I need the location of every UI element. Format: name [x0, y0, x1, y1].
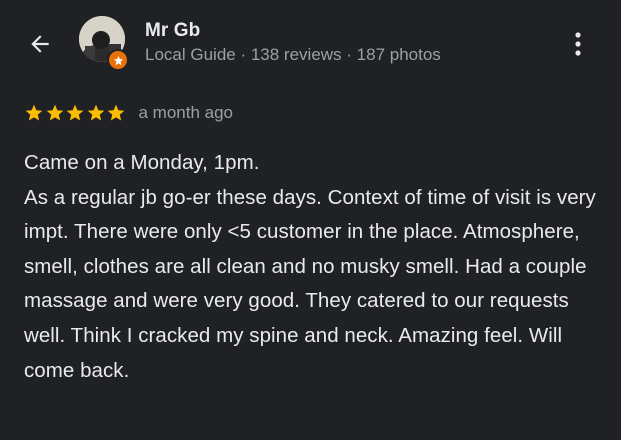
star-icon [66, 104, 84, 121]
star-icon [46, 104, 63, 121]
star-icon [25, 104, 43, 121]
review-body: Came on a Monday, 1pm. As a regular jb g… [24, 151, 596, 382]
rating-row: a month ago [24, 100, 233, 126]
star-icon [107, 104, 125, 121]
arrow-back-icon [31, 35, 49, 53]
review-header: Mr Gb Local Guide · 138 reviews · 187 ph… [0, 0, 621, 88]
back-button[interactable] [24, 28, 56, 60]
reviewer-meta: Local Guide · 138 reviews · 187 photos [145, 45, 441, 64]
review-date: a month ago [138, 103, 234, 122]
local-guide-star-icon [113, 55, 123, 65]
more-vert-icon [575, 32, 581, 56]
star-icon [87, 104, 104, 121]
reviewer-avatar[interactable] [79, 16, 129, 71]
more-options-button[interactable] [566, 26, 590, 62]
star-rating [24, 103, 127, 123]
reviewer-name[interactable]: Mr Gb [145, 20, 200, 42]
local-guide-badge [107, 49, 129, 71]
